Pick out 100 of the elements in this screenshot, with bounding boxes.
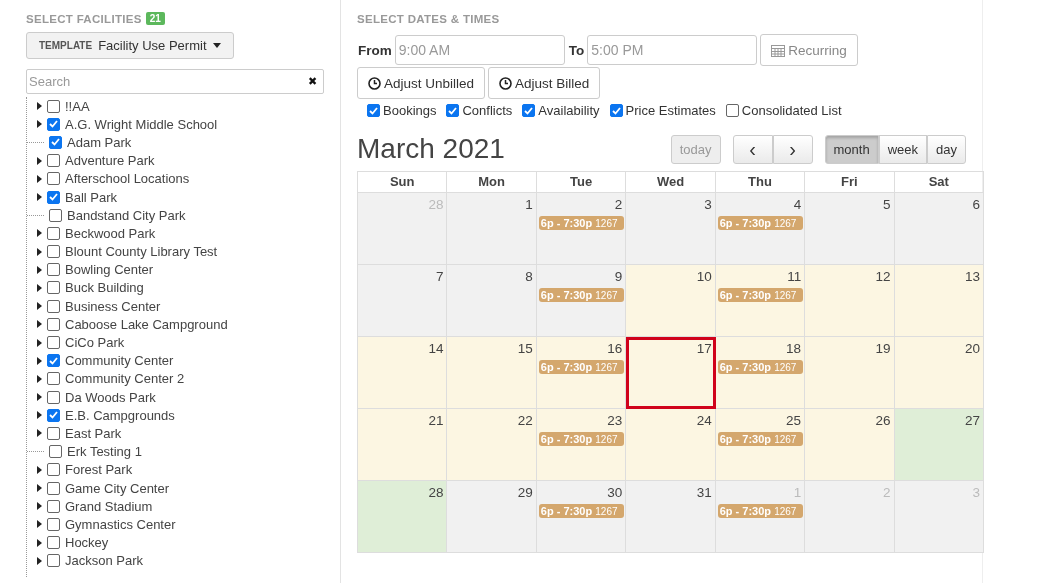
facility-label[interactable]: Jackson Park — [65, 553, 144, 569]
recurring-button[interactable]: Recurring — [760, 34, 858, 66]
day-cell[interactable]: 3 — [626, 193, 716, 265]
expand-icon[interactable] — [37, 302, 42, 311]
expand-icon[interactable] — [37, 556, 42, 565]
day-cell[interactable]: 29 — [447, 481, 537, 553]
facility-label[interactable]: Bowling Center — [65, 262, 154, 278]
facility-label[interactable]: Afterschool Locations — [65, 171, 190, 187]
expand-icon[interactable] — [37, 247, 42, 256]
day-cell[interactable]: 13 — [894, 265, 984, 337]
facility-label[interactable]: Adam Park — [67, 134, 132, 150]
facility-label[interactable]: Da Woods Park — [65, 389, 156, 405]
facility-label[interactable]: Bandstand City Park — [67, 207, 186, 223]
checkbox[interactable] — [47, 263, 60, 277]
day-cell[interactable]: 7 — [358, 265, 448, 337]
day-cell[interactable]: 24 — [626, 409, 716, 481]
day-cell[interactable]: 6 — [894, 193, 984, 265]
day-cell[interactable]: 4 6p - 7:30p 1267 — [715, 193, 806, 265]
day-cell[interactable]: 28 — [358, 481, 448, 553]
checkbox[interactable] — [47, 317, 60, 331]
expand-icon[interactable] — [37, 374, 42, 383]
checkbox[interactable] — [47, 190, 60, 204]
expand-icon[interactable] — [37, 356, 42, 365]
view-tab[interactable]: day — [927, 134, 966, 164]
day-cell[interactable]: 10 — [626, 265, 716, 337]
facility-label[interactable]: E.B. Campgrounds — [65, 407, 175, 423]
day-cell[interactable]: 21 — [358, 409, 448, 481]
checkbox[interactable] — [47, 372, 60, 386]
facility-label[interactable]: Business Center — [65, 298, 161, 314]
checkbox[interactable] — [47, 99, 60, 113]
day-cell[interactable]: 5 — [805, 193, 895, 265]
option-label[interactable]: Conflicts — [462, 103, 513, 118]
checkbox[interactable] — [47, 481, 60, 495]
facility-label[interactable]: Forest Park — [65, 462, 133, 478]
checkbox[interactable] — [47, 245, 60, 259]
facility-label[interactable]: Gymnastics Center — [65, 516, 176, 532]
day-cell[interactable]: 22 — [447, 409, 537, 481]
expand-icon[interactable] — [37, 174, 42, 183]
day-cell[interactable]: 30 6p - 7:30p 1267 — [536, 481, 627, 553]
checkbox[interactable] — [49, 208, 62, 222]
clear-icon[interactable]: ✖ — [308, 75, 317, 88]
checkbox[interactable] — [47, 390, 60, 404]
expand-icon[interactable] — [37, 520, 42, 529]
expand-icon[interactable] — [37, 193, 42, 202]
checkbox[interactable] — [446, 104, 460, 117]
day-cell[interactable]: 17 — [626, 337, 716, 409]
checkbox[interactable] — [47, 517, 60, 531]
day-cell[interactable]: 11 6p - 7:30p 1267 — [715, 265, 806, 337]
facility-label[interactable]: Buck Building — [65, 280, 144, 296]
checkbox[interactable] — [47, 172, 60, 186]
adjust-button[interactable]: Adjust Billed — [488, 67, 601, 99]
facility-label[interactable]: Community Center — [65, 353, 174, 369]
day-cell[interactable]: 14 — [358, 337, 448, 409]
expand-icon[interactable] — [37, 102, 42, 111]
day-cell[interactable]: 20 — [894, 337, 984, 409]
expand-icon[interactable] — [37, 283, 42, 292]
checkbox[interactable] — [47, 117, 60, 131]
checkbox[interactable] — [47, 226, 60, 240]
option-label[interactable]: Price Estimates — [625, 103, 716, 118]
day-cell[interactable]: 27 — [894, 409, 984, 481]
facility-label[interactable]: East Park — [65, 425, 122, 441]
template-dropdown[interactable]: TEMPLATE Facility Use Permit — [26, 32, 234, 59]
search-field[interactable]: Search ✖ — [26, 69, 324, 94]
facility-label[interactable]: !!AA — [65, 98, 90, 114]
day-cell[interactable]: 12 — [805, 265, 895, 337]
checkbox[interactable] — [47, 426, 60, 440]
option-label[interactable]: Bookings — [383, 103, 437, 118]
checkbox[interactable] — [47, 154, 60, 168]
checkbox[interactable] — [47, 354, 60, 368]
next-button[interactable]: › — [772, 134, 813, 164]
expand-icon[interactable] — [37, 465, 42, 474]
expand-icon[interactable] — [37, 502, 42, 511]
checkbox[interactable] — [367, 104, 380, 117]
checkbox[interactable] — [47, 299, 60, 313]
day-cell[interactable]: 16 6p - 7:30p 1267 — [536, 337, 627, 409]
expand-icon[interactable] — [37, 156, 42, 165]
expand-icon[interactable] — [37, 538, 42, 547]
facility-label[interactable]: A.G. Wright Middle School — [65, 116, 218, 132]
day-cell[interactable]: 26 — [805, 409, 895, 481]
expand-icon[interactable] — [37, 484, 42, 493]
view-tab[interactable]: week — [878, 134, 928, 164]
day-cell[interactable]: 25 6p - 7:30p 1267 — [715, 409, 806, 481]
facility-label[interactable]: Adventure Park — [65, 153, 155, 169]
day-cell[interactable]: 23 6p - 7:30p 1267 — [536, 409, 627, 481]
expand-icon[interactable] — [37, 229, 42, 238]
adjust-button[interactable]: Adjust Unbilled — [357, 67, 486, 99]
expand-icon[interactable] — [37, 120, 42, 129]
day-cell[interactable]: 8 — [447, 265, 537, 337]
facility-label[interactable]: Blount County Library Test — [65, 244, 218, 260]
facility-label[interactable]: Erk Testing 1 — [67, 444, 142, 460]
facility-label[interactable]: Beckwood Park — [65, 225, 156, 241]
day-cell[interactable]: 2 6p - 7:30p 1267 — [536, 193, 627, 265]
view-tab[interactable]: month — [824, 134, 879, 164]
checkbox[interactable] — [47, 463, 60, 477]
expand-icon[interactable] — [37, 393, 42, 402]
facility-label[interactable]: Hockey — [65, 535, 109, 551]
checkbox[interactable] — [609, 104, 623, 117]
expand-icon[interactable] — [37, 429, 42, 438]
day-cell[interactable]: 31 — [626, 481, 716, 553]
expand-icon[interactable] — [37, 265, 42, 274]
